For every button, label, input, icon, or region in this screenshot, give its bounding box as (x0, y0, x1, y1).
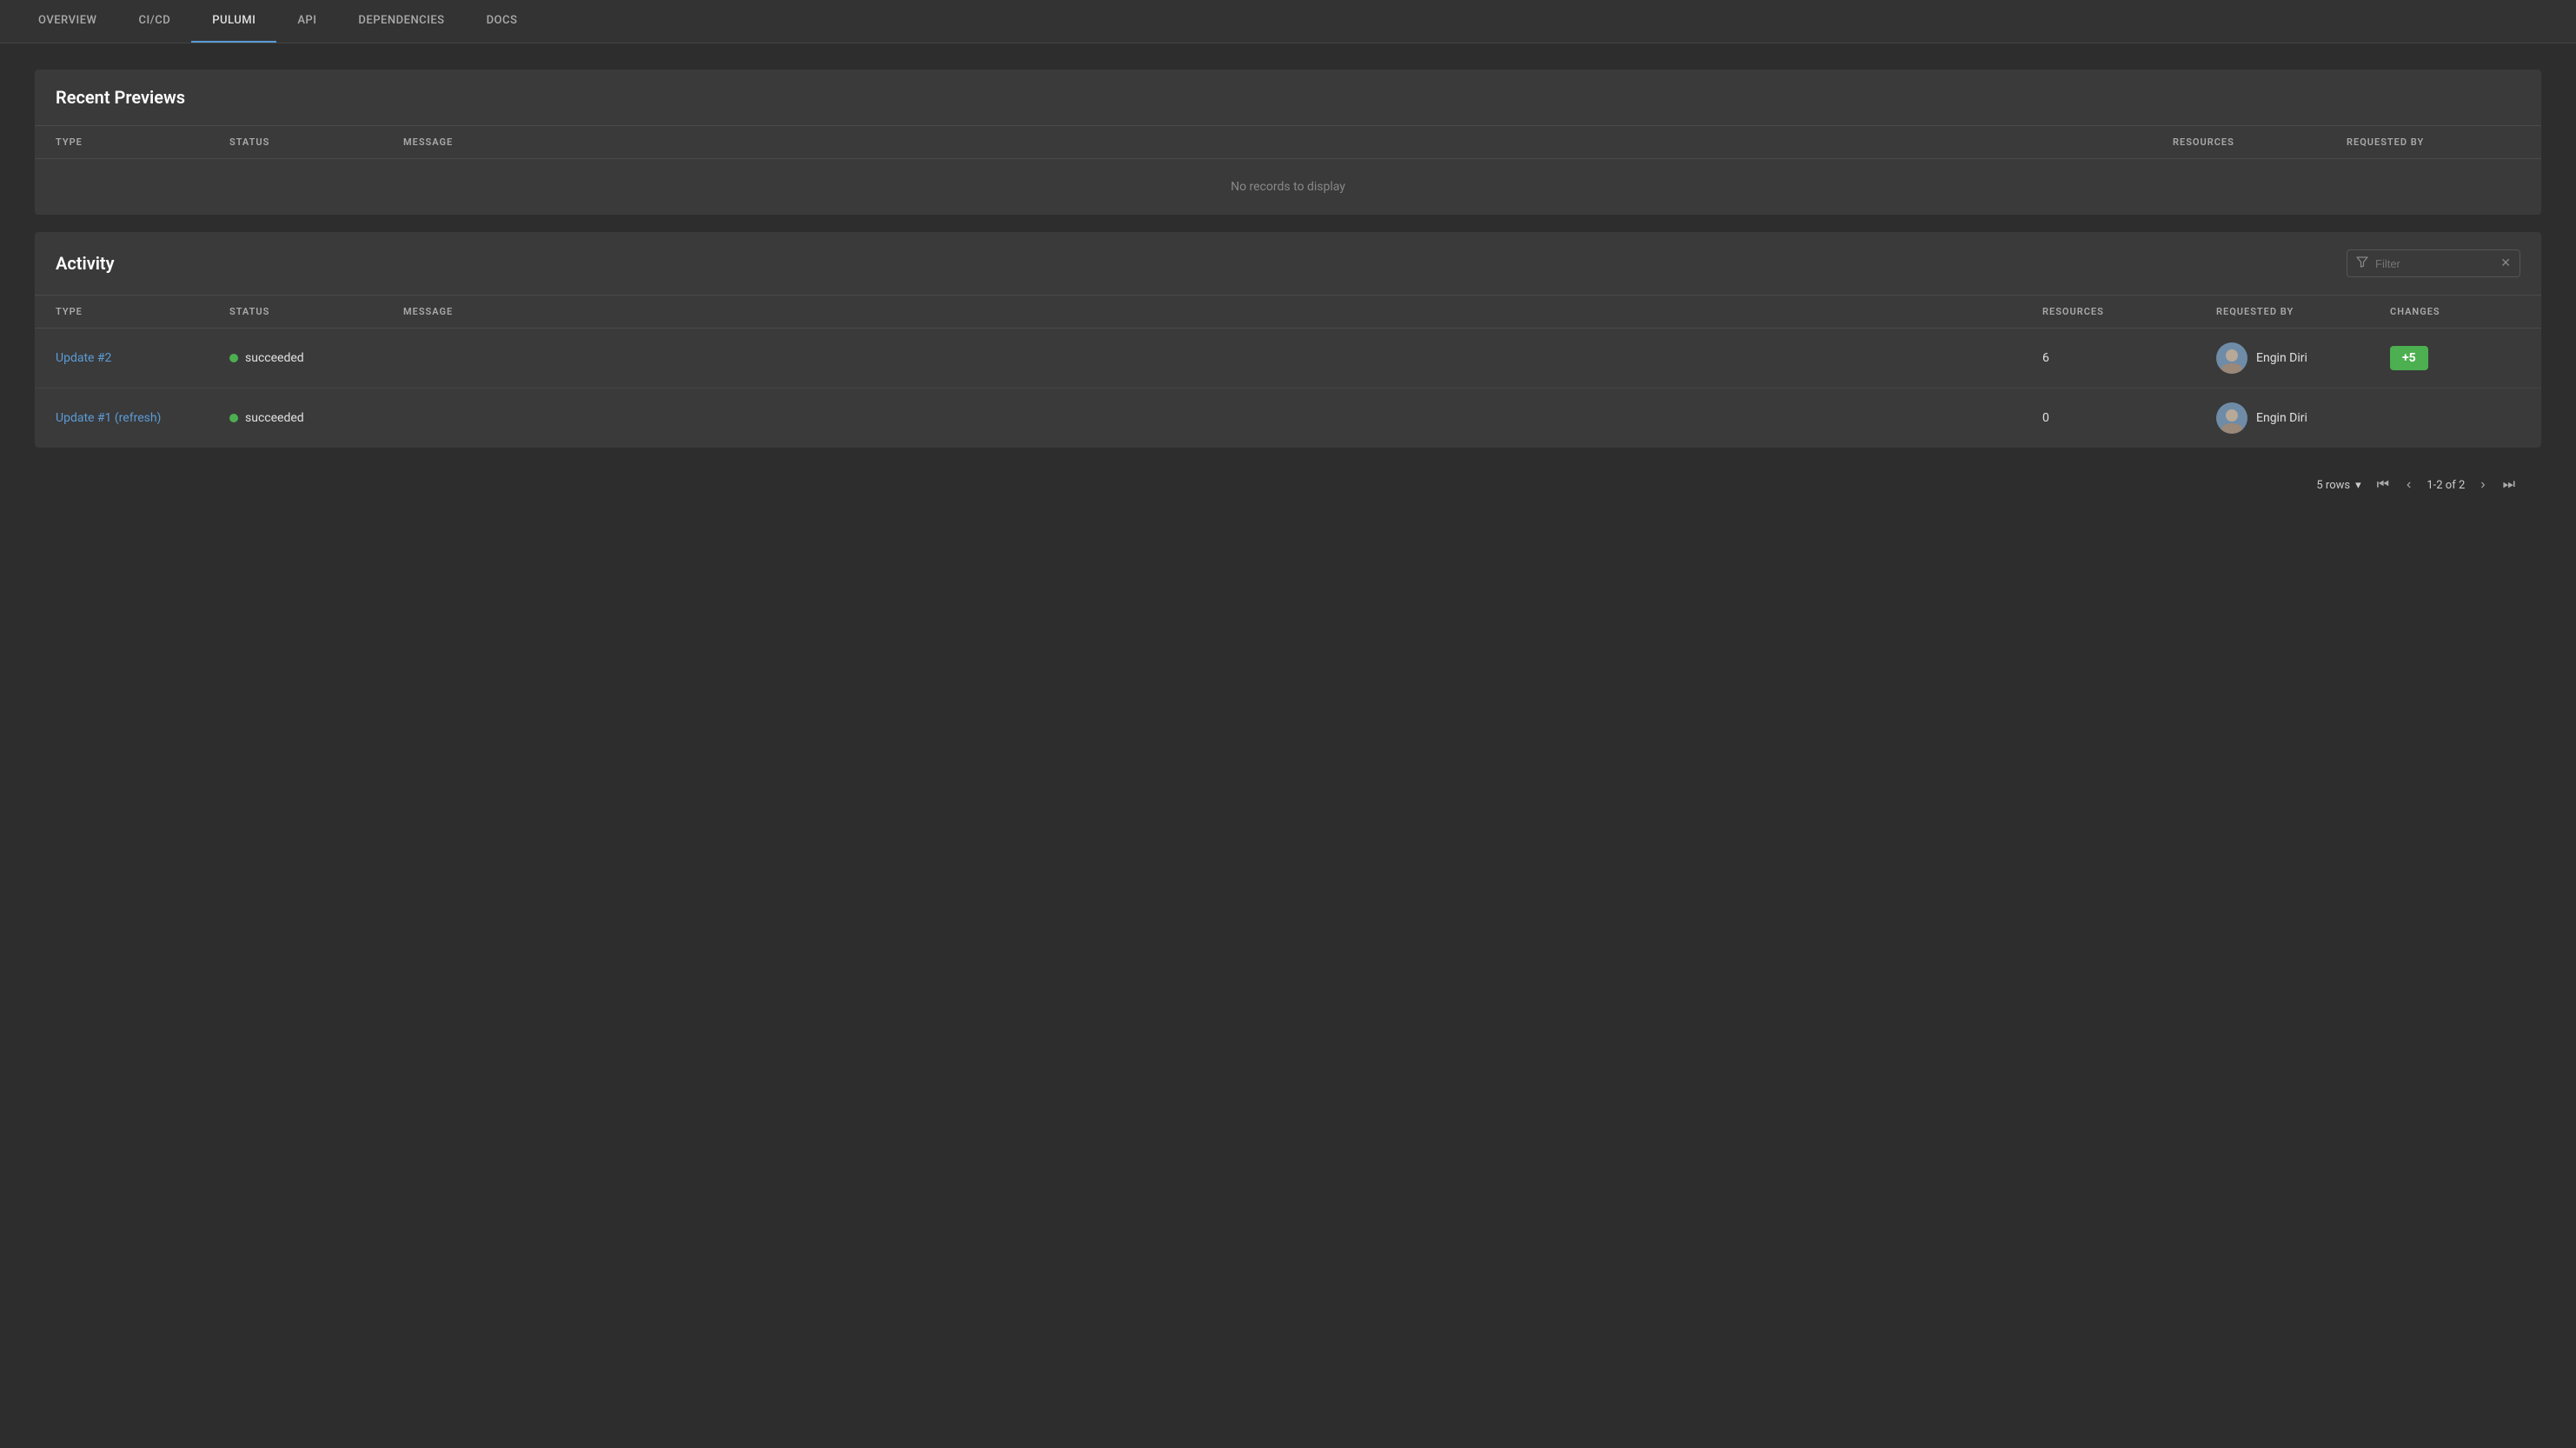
requestedby-name: Engin Diri (2256, 351, 2307, 365)
avatar-engin-2 (2216, 402, 2247, 434)
col-resources: RESOURCES (2173, 136, 2347, 148)
empty-message: No records to display (1231, 180, 1345, 194)
tab-pulumi[interactable]: PULUMI (191, 0, 276, 43)
status-dot-succeeded-2 (229, 414, 238, 422)
activity-resources-cell-2: 0 (2042, 411, 2216, 425)
table-row: Update #2 succeeded 6 Engin Diri +5 (35, 329, 2541, 389)
tab-api[interactable]: API (276, 0, 337, 43)
filter-clear-icon[interactable]: ✕ (2500, 256, 2511, 270)
tab-overview[interactable]: OVERVIEW (17, 0, 117, 43)
update-2-link[interactable]: Update #2 (56, 351, 111, 365)
activity-col-changes: CHANGES (2390, 306, 2520, 317)
activity-col-requested-by: REQUESTED BY (2216, 306, 2390, 317)
activity-status-cell: succeeded (229, 351, 403, 365)
page-info: 1-2 of 2 (2427, 479, 2465, 492)
last-page-button[interactable]: ⏭ (2498, 475, 2520, 495)
activity-card-header: Activity ✕ (35, 232, 2541, 296)
avatar-engin-1 (2216, 342, 2247, 374)
main-content: Recent Previews TYPE STATUS MESSAGE RESO… (0, 43, 2576, 531)
activity-col-resources: RESOURCES (2042, 306, 2216, 317)
col-type: TYPE (56, 136, 229, 148)
activity-table-header: TYPE STATUS MESSAGE RESOURCES REQUESTED … (35, 296, 2541, 329)
update-1-link[interactable]: Update #1 (refresh) (56, 411, 161, 425)
filter-wrapper[interactable]: ✕ (2347, 249, 2520, 277)
filter-input[interactable] (2375, 257, 2493, 270)
tab-docs[interactable]: DOCS (466, 0, 539, 43)
tab-cicd[interactable]: CI/CD (117, 0, 191, 43)
activity-requestedby-cell-2: Engin Diri (2216, 402, 2390, 434)
prev-page-button[interactable]: ‹ (2401, 475, 2416, 495)
next-page-button[interactable]: › (2475, 475, 2490, 495)
col-requested-by: REQUESTED BY (2347, 136, 2520, 148)
recent-previews-empty: No records to display (35, 159, 2541, 215)
recent-previews-card: Recent Previews TYPE STATUS MESSAGE RESO… (35, 70, 2541, 215)
activity-requestedby-cell: Engin Diri (2216, 342, 2390, 374)
col-status: STATUS (229, 136, 403, 148)
activity-title: Activity (56, 253, 115, 274)
activity-col-message: MESSAGE (403, 306, 2042, 317)
activity-resources-cell: 6 (2042, 351, 2216, 365)
activity-col-type: TYPE (56, 306, 229, 317)
status-dot-succeeded (229, 354, 238, 362)
first-page-button[interactable]: ⏮ (2372, 475, 2394, 495)
recent-previews-title: Recent Previews (56, 87, 2520, 108)
activity-type-cell-2: Update #1 (refresh) (56, 411, 229, 425)
chevron-down-icon: ▾ (2355, 479, 2361, 492)
activity-changes-cell: +5 (2390, 346, 2520, 370)
rows-label: 5 rows (2316, 479, 2350, 492)
activity-col-status: STATUS (229, 306, 403, 317)
status-label: succeeded (245, 351, 304, 365)
activity-status-cell-2: succeeded (229, 411, 403, 425)
table-row: Update #1 (refresh) succeeded 0 Engin Di… (35, 389, 2541, 448)
rows-selector[interactable]: 5 rows ▾ (2316, 479, 2360, 492)
activity-card: Activity ✕ TYPE STATUS MESSAGE RESOURCES… (35, 232, 2541, 448)
activity-type-cell: Update #2 (56, 351, 229, 365)
recent-previews-header: Recent Previews (35, 70, 2541, 126)
requestedby-name-2: Engin Diri (2256, 411, 2307, 425)
recent-previews-table-header: TYPE STATUS MESSAGE RESOURCES REQUESTED … (35, 126, 2541, 159)
status-label-2: succeeded (245, 411, 304, 425)
pagination-footer: 5 rows ▾ ⏮ ‹ 1-2 of 2 › ⏭ (35, 465, 2541, 505)
changes-badge: +5 (2390, 346, 2428, 370)
filter-icon (2356, 256, 2368, 271)
col-message: MESSAGE (403, 136, 2173, 148)
nav-tabs: OVERVIEW CI/CD PULUMI API DEPENDENCIES D… (0, 0, 2576, 43)
pagination-controls: ⏮ ‹ 1-2 of 2 › ⏭ (2372, 475, 2520, 495)
tab-dependencies[interactable]: DEPENDENCIES (337, 0, 465, 43)
